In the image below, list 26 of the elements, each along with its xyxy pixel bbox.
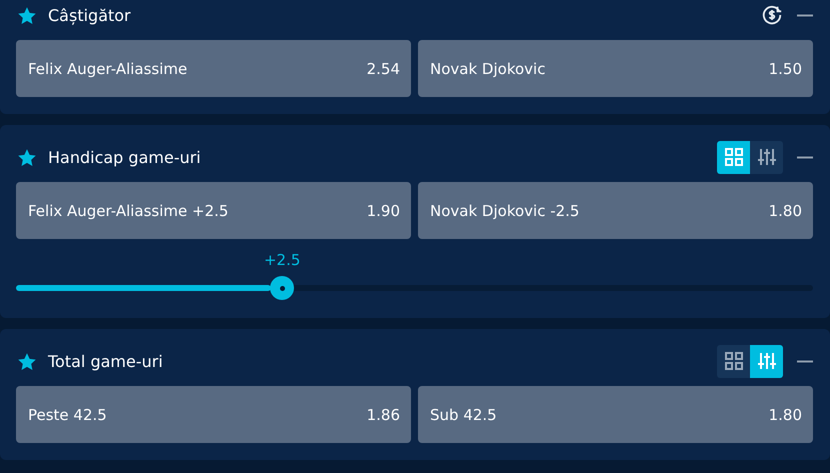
sliders-icon xyxy=(758,352,776,370)
grid-icon xyxy=(724,148,742,166)
market-title: Total game-uri xyxy=(48,352,164,370)
slider-value: +2.5 xyxy=(264,251,300,269)
odds-button[interactable]: Peste 42.5 1.86 xyxy=(16,386,411,443)
grid-icon xyxy=(724,352,742,370)
market-title: Handicap game-uri xyxy=(48,148,202,166)
star-icon[interactable] xyxy=(16,4,38,26)
odds-button[interactable]: Sub 42.5 1.80 xyxy=(418,386,813,443)
odds-button[interactable]: Novak Djokovic -2.5 1.80 xyxy=(418,182,813,239)
grid-view-button[interactable] xyxy=(717,344,750,378)
cashout-icon[interactable] xyxy=(761,4,783,26)
slider-view-button[interactable] xyxy=(750,140,783,174)
market-title: Câștigător xyxy=(48,6,132,24)
collapse-icon[interactable] xyxy=(797,14,813,16)
odds-button[interactable]: Felix Auger-Aliassime 2.54 xyxy=(16,40,411,97)
odds-button[interactable]: Felix Auger-Aliassime +2.5 1.90 xyxy=(16,182,411,239)
odds-button[interactable]: Novak Djokovic 1.50 xyxy=(418,40,813,97)
slider-track[interactable] xyxy=(16,276,813,300)
slider-thumb[interactable] xyxy=(270,276,294,300)
star-icon[interactable] xyxy=(16,146,38,168)
collapse-icon[interactable] xyxy=(797,360,813,362)
sliders-icon xyxy=(758,148,776,166)
collapse-icon[interactable] xyxy=(797,156,813,158)
slider-view-button[interactable] xyxy=(750,344,783,378)
star-icon[interactable] xyxy=(16,350,38,372)
